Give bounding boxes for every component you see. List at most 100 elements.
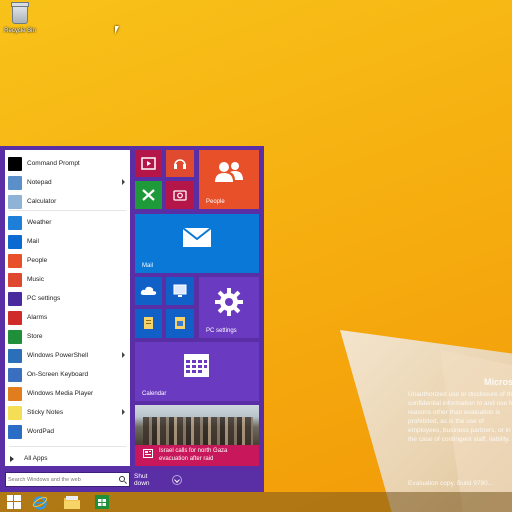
tile-camera[interactable] [166,181,194,209]
app-list-item-label: Weather [27,219,52,226]
app-list-item[interactable]: Alarms [5,308,130,327]
internet-explorer-icon [32,496,48,510]
app-list-item[interactable]: WordPad [5,422,130,441]
all-apps-button[interactable]: All Apps [10,455,48,462]
app-list-item-label: Sticky Notes [27,409,64,416]
app-list-item[interactable]: Weather [5,213,130,232]
taskbar-store[interactable] [90,492,114,512]
watermark-title: Microso [484,377,512,387]
app-list-item[interactable]: On-Screen Keyboard [5,365,130,384]
store-icon [8,329,22,344]
start-button[interactable] [2,492,26,512]
chevron-right-icon[interactable] [122,409,125,415]
command-prompt-icon [8,156,22,171]
search-input[interactable] [6,473,116,486]
app-list-item[interactable]: PC settings [5,289,130,308]
app-list-item-label: Music [27,276,44,283]
people-icon [215,162,243,182]
app-list-item-label: PC settings [27,295,61,302]
chevron-right-icon[interactable] [122,179,125,185]
app-list-item-label: WordPad [27,428,54,435]
news-photo-crowd [143,417,253,445]
tile-people[interactable]: People [199,150,259,209]
app-list-item-label: On-Screen Keyboard [27,371,89,378]
recycle-bin-label: Recycle Bin [4,28,36,34]
start-menu: All Apps Command Prompt Notepad Calculator… [0,146,264,492]
tile-games[interactable] [135,181,162,209]
monitor-icon [173,284,187,297]
app-list-item[interactable]: Calculator [5,192,130,211]
tile-pc-settings[interactable]: PC settings [199,277,259,338]
tile-calendar[interactable]: Calendar [135,342,259,401]
app-list-item-label: Calculator [27,198,57,205]
tile-documents[interactable] [135,309,162,338]
search-box[interactable] [5,472,130,487]
news-icon [143,449,153,458]
app-list-item[interactable]: Windows Media Player [5,384,130,403]
app-list-item[interactable]: People [5,251,130,270]
tile-video[interactable] [135,150,162,177]
powershell-icon [8,348,22,363]
headphones-icon [174,159,186,169]
people-icon [8,253,22,268]
list-separator [9,446,126,447]
tile-pc-settings-label: PC settings [206,328,237,334]
shutdown-button[interactable]: Shut down [134,472,182,487]
tile-calendar-label: Calendar [142,391,167,397]
alarm-icon [8,310,22,325]
video-icon [141,157,156,170]
app-list-item[interactable]: Command Prompt [5,154,130,173]
app-list-item[interactable]: Store [5,327,130,346]
mail-icon [8,234,22,249]
app-list-item-label: Command Prompt [27,160,80,167]
tile-desktop[interactable] [166,277,194,305]
notepad-icon [8,175,22,190]
app-list-item-label: Store [27,333,43,340]
app-list-item[interactable]: Sticky Notes [5,403,130,422]
mail-icon [182,227,212,247]
all-apps-label: All Apps [24,455,48,462]
taskbar [0,492,512,512]
calendar-icon [184,354,209,377]
document-icon [144,317,153,329]
app-list-item[interactable]: Notepad [5,173,130,192]
cloud-icon [140,286,157,295]
app-list-item-label: Windows PowerShell [27,352,89,359]
windows-logo-icon [7,495,21,509]
recycle-bin[interactable]: Recycle Bin [4,2,36,34]
wordpad-icon [8,424,22,439]
tile-news-headline: Israel calls for north Gaza evacuation a… [159,448,228,462]
tile-mail-label: Mail [142,263,154,269]
app-list-item[interactable]: Mail [5,232,130,251]
app-list-panel: All Apps Command Prompt Notepad Calculator… [5,150,130,466]
chevron-right-icon[interactable] [122,352,125,358]
camera-icon [173,190,187,201]
tile-news[interactable]: Israel calls for north Gaza evacuation a… [135,405,259,466]
app-list-item-label: People [27,257,48,264]
app-list-item-label: Notepad [27,179,52,186]
recycle-bin-icon [11,2,29,24]
app-list-item-label: Windows Media Player [27,390,94,397]
calculator-icon [8,194,22,209]
watermark-build: Evaluation copy. Build 9780... [408,480,494,487]
gear-icon [8,291,22,306]
shutdown-label: Shut down [134,472,150,487]
sticky-notes-icon [8,405,22,420]
keyboard-icon [8,367,22,382]
tile-onedrive[interactable] [135,277,162,305]
chevron-down-icon [172,474,182,485]
taskbar-internet-explorer[interactable] [28,492,52,512]
app-list-item[interactable]: Windows PowerShell [5,346,130,365]
taskbar-file-explorer[interactable] [60,492,84,512]
tile-music[interactable] [166,150,194,177]
tile-pictures[interactable] [166,309,194,338]
gear-icon [215,288,243,316]
pictures-icon [175,317,185,329]
store-icon [95,495,109,509]
weather-icon [8,215,22,230]
tile-mail[interactable]: Mail [135,214,259,273]
app-list-item-label: Mail [27,238,39,245]
music-icon [8,272,22,287]
app-list-item[interactable]: Music [5,270,130,289]
search-icon[interactable] [119,476,125,482]
